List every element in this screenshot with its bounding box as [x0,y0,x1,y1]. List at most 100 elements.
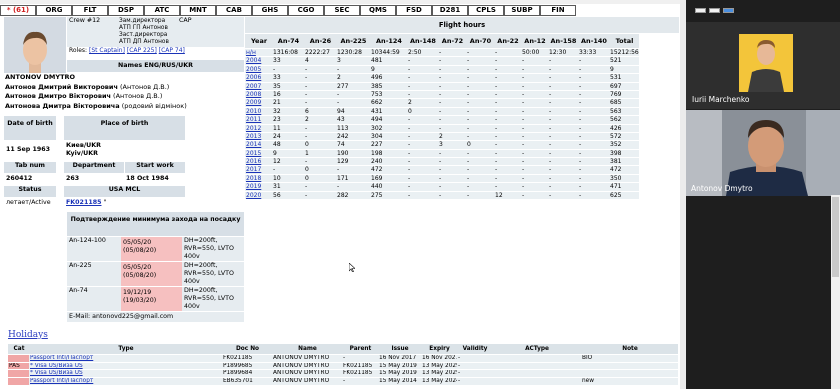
document-type-link[interactable]: * Visa US/Виза US [29,362,222,371]
minima-weather: DH=200ft, RVR=550, LVTO 400v [182,262,244,286]
scrollbar-thumb[interactable] [832,197,839,277]
flight-year-link[interactable]: 2018 [245,174,272,184]
names-header: Names ENG/RUS/UKR [67,60,244,72]
tab-num-header: Tab num [4,162,56,173]
tab-sec[interactable]: SEC [324,5,360,16]
minima-date: 05/05/20 [123,239,152,246]
document-cell: - [457,378,492,386]
flight-hours-cell: - [578,124,609,133]
flight-col-header: An-72 [438,34,466,49]
flight-hours-cell: - [521,57,548,66]
minimize-icon[interactable] [695,8,706,13]
document-cell: 16 Nov 2017 [378,355,421,363]
flight-year-link[interactable]: н/н [245,49,272,58]
flight-col-header: An-140 [578,34,609,49]
tab-dsp[interactable]: DSP [108,5,144,16]
flight-hours-cell: - [466,49,494,58]
document-type-link[interactable]: Passport Intl/Паспорт [29,378,222,386]
flight-hours-cell: - [466,183,494,192]
tab-mnt[interactable]: MNT [180,5,216,16]
flight-year-link[interactable]: 2017 [245,166,272,175]
layout-icon[interactable] [709,8,720,13]
tab-fin[interactable]: FIN [540,5,576,16]
pob-value: Киев/UKR Kyiv/UKR [66,142,101,157]
flight-hours-cell: - [548,132,578,142]
tab-qms[interactable]: QMS [360,5,396,16]
flight-hours-cell: - [304,132,336,142]
flight-year-link[interactable]: 2016 [245,158,272,167]
tab-subp[interactable]: SUBP [504,5,540,16]
tab-ghs[interactable]: GHS [252,5,288,16]
flight-hours-cell: 0 [466,141,494,150]
tab-cpls[interactable]: CPLS [468,5,504,16]
usa-mcl-suffix: " [103,199,107,206]
flight-year-link[interactable]: 2010 [245,107,272,117]
tab-d281[interactable]: D281 [432,5,468,16]
flight-year-link[interactable]: 2019 [245,183,272,192]
flight-hours-cell: - [521,124,548,133]
usa-mcl-header: USA MCL [64,186,185,197]
flight-hours-cell: 11 [272,124,304,133]
flight-hours-cell: - [578,57,609,66]
tab-cab[interactable]: CAB [216,5,252,16]
flight-hours-cell: - [578,132,609,142]
flight-hours-cell: 227 [370,141,407,150]
tab-atc[interactable]: ATC [144,5,180,16]
flight-year-link[interactable]: 2004 [245,57,272,66]
flight-hours-cell: 496 [370,74,407,83]
crew-number: Crew #12 [67,17,117,47]
flight-year-link[interactable]: 2007 [245,82,272,91]
flight-hours-cell: - [336,166,370,175]
flight-hours-cell: - [304,82,336,91]
role-link-st-captain[interactable]: [St Captain] [89,47,125,54]
flight-hours-cell: - [407,132,438,142]
alerts-tab[interactable]: * (61) [0,5,36,16]
document-type-link[interactable]: Passport Intl/Паспорт [29,355,222,363]
scrollbar[interactable] [831,195,840,389]
flight-year-link[interactable]: 2012 [245,124,272,133]
holidays-link[interactable]: Holidays [8,330,48,340]
grid-view-icon[interactable] [723,8,734,13]
flight-year-link[interactable]: 2006 [245,74,272,83]
flight-year-link[interactable]: 2011 [245,116,272,125]
participant-video-1[interactable]: Iurii Marchenko [686,22,840,109]
flight-hours-cell: 94 [336,107,370,117]
flight-hours-cell: 494 [370,116,407,125]
flight-hours-cell: - [304,74,336,83]
flight-year-link[interactable]: 2009 [245,99,272,108]
document-type-link[interactable]: * Visa US/Виза US [29,370,222,379]
document-cell [581,362,678,371]
flight-year-link[interactable]: 2005 [245,65,272,75]
tab-flt[interactable]: FLT [72,5,108,16]
flight-hours-cell: - [336,90,370,100]
flight-hours-cell: - [548,90,578,100]
flight-hours-cell: 304 [370,132,407,142]
flight-col-header: An-22 [494,34,521,49]
document-cell: new [581,378,678,386]
tab-fsd[interactable]: FSD [396,5,432,16]
role-link-cap-225[interactable]: [CAP 225] [127,47,157,54]
flight-year-link[interactable]: 2015 [245,149,272,159]
flight-hours-cell: 10 [272,174,304,184]
flight-year-link[interactable]: 2014 [245,141,272,150]
flight-hours-cell: 350 [609,174,639,184]
role-link-cap-74[interactable]: [CAP 74] [159,47,185,54]
document-cell: ANTONOV DMYTRO [272,370,342,379]
flight-hours-cell: - [407,124,438,133]
flight-hours-cell: 33 [272,74,304,83]
call-toolbar [695,8,734,13]
flight-year-link[interactable]: 2020 [245,191,272,201]
document-col-header: Type [29,344,222,355]
participant-video-2[interactable]: Antonov Dmytro [686,110,840,196]
flight-hours-cell: - [407,74,438,83]
flight-year-link[interactable]: 2013 [245,132,272,142]
flight-hours-table: Flight hours Year An-74 An-26 An-225 An-124 A… [245,17,679,201]
flight-hours-cell: 531 [609,74,639,83]
name-genitive-note: (родовий відмінок) [121,101,187,110]
flight-hours-cell: - [438,57,466,66]
tab-org[interactable]: ORG [36,5,72,16]
flight-year-link[interactable]: 2008 [245,90,272,100]
flight-hours-cell: - [466,174,494,184]
usa-mcl-link[interactable]: FK021185 [66,199,101,206]
tab-cgo[interactable]: CGO [288,5,324,16]
